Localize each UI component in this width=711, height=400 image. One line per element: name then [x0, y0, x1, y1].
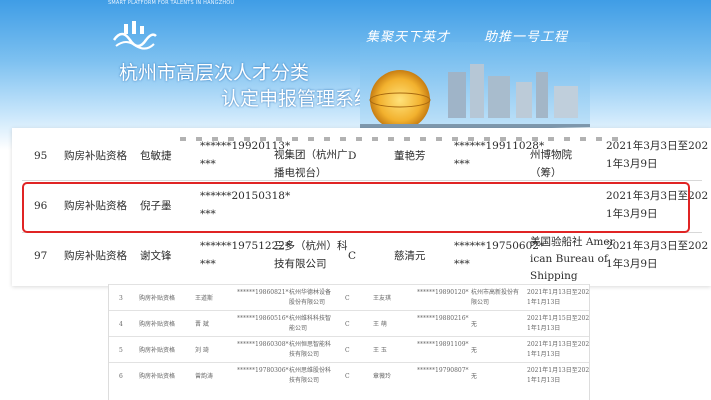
spouse-id-number: ******19891109*: [417, 341, 469, 348]
spouse-employer-cont: 限公司: [471, 299, 490, 306]
table-row: 3 购房补贴资格 王道斯 ******19860821* 杭州华德林设备 股份有…: [109, 284, 589, 311]
row-number: 4: [119, 321, 123, 328]
applicant-name: 包敏捷: [140, 150, 172, 162]
spouse-employer: 美国验船社 Amer: [530, 236, 615, 248]
employer-cont: 技有限公司: [289, 377, 320, 384]
row-number: 95: [34, 150, 48, 162]
applicant-name: 曾韵涛: [195, 373, 214, 380]
validity-period: 2021年3月3日至202: [606, 140, 709, 152]
spouse-employer-cont: （筹）: [530, 167, 562, 179]
spouse-id-suffix: ***: [454, 258, 470, 270]
id-number-suffix: ***: [200, 258, 216, 270]
employer-cont: 播电视台）: [274, 167, 327, 179]
validity-period-cont: 1年1月13日: [527, 377, 561, 384]
system-title-line1: 杭州市高层次人才分类: [119, 62, 310, 84]
qualification-type: 购房补贴资格: [139, 321, 176, 328]
table-row: 95 购房补贴资格 包敏捷 ******19920113* *** 视集团（杭州…: [12, 134, 711, 182]
spouse-name: 章薇玲: [373, 373, 392, 380]
system-title-line2: 认定申报管理系统: [221, 88, 374, 110]
talent-level: C: [348, 250, 357, 262]
spouse-name: 王 玉: [373, 347, 387, 354]
lower-table: 3 购房补贴资格 王道斯 ******19860821* 杭州华德林设备 股份有…: [108, 284, 590, 400]
row-number: 3: [119, 295, 123, 302]
applicant-name: 刘 琦: [195, 347, 209, 354]
talent-level: C: [345, 321, 350, 328]
validity-period: 2021年1月15日至202: [527, 315, 590, 322]
applicant-name: 王道斯: [195, 295, 214, 302]
table-row: 6 购房补贴资格 曾韵涛 ******19780306* 杭州思维股份科 技有限…: [109, 362, 589, 389]
talent-level: C: [345, 295, 350, 302]
cropped-text-edge: [180, 137, 620, 141]
row-number: 5: [119, 347, 123, 354]
validity-period: 2021年1月13日至202: [527, 367, 590, 374]
validity-period: 2021年1月13日至202: [527, 341, 590, 348]
spouse-employer: 无: [471, 321, 478, 328]
validity-period: 2021年3月3日至202: [606, 240, 709, 252]
spouse-name: 董艳芳: [394, 150, 426, 162]
qualification-type: 购房补贴资格: [64, 250, 127, 262]
validity-period-cont: 1年1月13日: [527, 351, 561, 358]
id-number: ******19860516*: [237, 315, 289, 322]
spouse-id-number: ******19790807*: [417, 367, 469, 374]
row-number: 6: [119, 373, 123, 380]
id-number-suffix: ***: [200, 158, 216, 170]
table-row: 4 购房补贴资格 晋 斌 ******19860516* 杭州维科科技智 能公司…: [109, 310, 589, 337]
spouse-employer: 杭州市高新投份有: [471, 289, 520, 296]
spouse-employer-cont: ican Bureau of: [530, 253, 608, 265]
applicant-name: 晋 斌: [195, 321, 209, 328]
validity-period-cont: 1年1月13日: [527, 325, 561, 332]
qualification-type: 购房补贴资格: [139, 347, 176, 354]
hangzhou-logo-icon: [112, 21, 157, 50]
id-number: ******19780306*: [237, 367, 289, 374]
slogan-left: 集聚天下英才: [366, 30, 451, 45]
employer: 杭州华德林设备: [289, 289, 332, 296]
employer: 视集团（杭州广: [274, 149, 348, 161]
slogan-right: 助推一号工程: [484, 30, 569, 45]
validity-period-cont: 1年3月9日: [606, 158, 658, 170]
spouse-name: 王 萌: [373, 321, 387, 328]
row-number: 97: [34, 250, 48, 262]
employer: 三多（杭州）科: [274, 240, 348, 252]
row-divider: [22, 180, 702, 181]
id-number: ******19860308*: [237, 341, 289, 348]
spouse-name: 王友琪: [373, 295, 392, 302]
spouse-employer: 无: [471, 347, 478, 354]
spouse-name: 慈清元: [394, 250, 426, 262]
id-number: ******19860821*: [237, 289, 289, 296]
banner-subtitle: SMART PLATFORM FOR TALENTS IN HANGZHOU: [108, 0, 235, 6]
employer-cont: 能公司: [289, 325, 308, 332]
table-row: 97 购房补贴资格 谢文锋 ******19751222* *** 三多（杭州）…: [12, 234, 711, 286]
spouse-id-suffix: ***: [454, 158, 470, 170]
table-row: 5 购房补贴资格 刘 琦 ******19860308* 杭州恒思智能科 技有限…: [109, 336, 589, 363]
employer: 杭州恒思智能科: [289, 341, 332, 348]
qualification-type: 购房补贴资格: [139, 373, 176, 380]
applicant-name: 谢文锋: [140, 250, 172, 262]
qualification-type: 购房补贴资格: [139, 295, 176, 302]
talent-level: D: [348, 150, 357, 162]
qualification-type: 购房补贴资格: [64, 150, 127, 162]
highlight-box: [22, 182, 690, 233]
talent-level: C: [345, 373, 350, 380]
talent-level: C: [345, 347, 350, 354]
spouse-id-number: ******19890120*: [417, 289, 469, 296]
employer-cont: 股份有限公司: [289, 299, 326, 306]
employer-cont: 技有限公司: [289, 351, 320, 358]
validity-period-cont: 1年3月9日: [606, 258, 658, 270]
validity-period: 2021年1月13日至202: [527, 289, 590, 296]
employer: 杭州维科科技智: [289, 315, 332, 322]
spouse-employer: 无: [471, 373, 478, 380]
spouse-employer-cont2: Shipping: [530, 270, 578, 282]
spouse-id-number: ******19880216*: [417, 315, 469, 322]
validity-period-cont: 1年1月13日: [527, 299, 561, 306]
employer: 杭州思维股份科: [289, 367, 332, 374]
spouse-employer: 州博物院: [530, 149, 572, 161]
employer-cont: 技有限公司: [274, 258, 327, 270]
